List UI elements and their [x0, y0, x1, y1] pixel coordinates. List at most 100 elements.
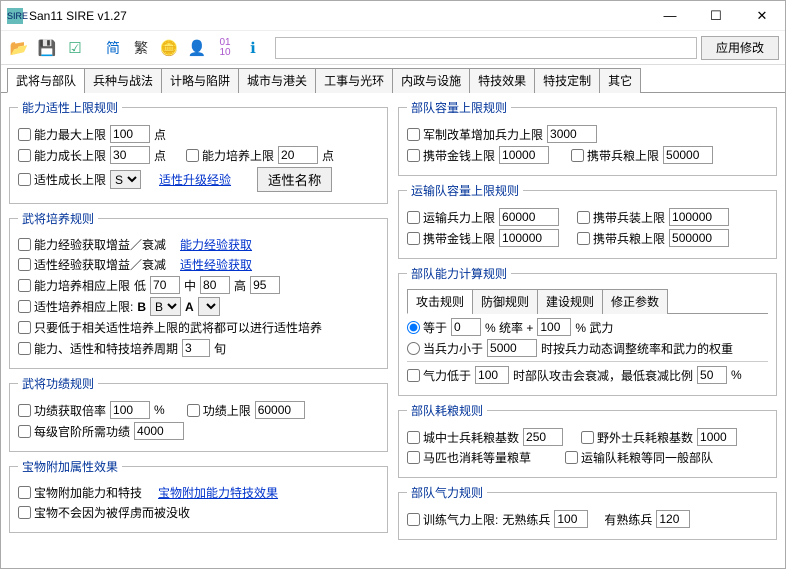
- unit-food-check[interactable]: 携带兵粮上限: [571, 147, 659, 164]
- tab-general-unit[interactable]: 武将与部队: [7, 68, 85, 93]
- open-icon[interactable]: 📂: [7, 36, 31, 60]
- subtab-defense[interactable]: 防御规则: [472, 289, 538, 314]
- apply-button[interactable]: 应用修改: [701, 36, 779, 60]
- item-effect-group: 宝物附加属性效果 宝物附加能力和特技 宝物附加能力特技效果 宝物不会因为被俘虏而…: [9, 458, 388, 533]
- rel-low-input[interactable]: [150, 276, 180, 294]
- item-add-link[interactable]: 宝物附加能力特技效果: [158, 484, 278, 501]
- window-title: San11 SIRE v1.27: [29, 9, 647, 23]
- trans-equip-check[interactable]: 携带兵装上限: [577, 209, 665, 226]
- close-button[interactable]: ✕: [739, 1, 785, 31]
- rel-mid-input[interactable]: [200, 276, 230, 294]
- binary-icon[interactable]: 0110: [213, 36, 237, 60]
- trans-cap-group: 运输队容量上限规则 运输兵力上限 携带兵装上限 携带金钱上限 携带兵粮上限: [398, 182, 777, 259]
- rank-merit-input[interactable]: [134, 422, 184, 440]
- aptgrow-check[interactable]: 适性成长上限: [18, 171, 106, 188]
- reform-input[interactable]: [547, 125, 597, 143]
- trans-troop-input[interactable]: [499, 208, 559, 226]
- tab-city-port[interactable]: 城市与港关: [238, 68, 316, 93]
- exp-gain-check[interactable]: 能力经验获取增益／衰减: [18, 236, 166, 253]
- unit-gold-check[interactable]: 携带金钱上限: [407, 147, 495, 164]
- trans-gold-input[interactable]: [499, 229, 559, 247]
- max-cap-check[interactable]: 能力最大上限: [18, 126, 106, 143]
- lt-input[interactable]: [487, 339, 537, 357]
- morale-yes-input[interactable]: [656, 510, 690, 528]
- below-cap-check[interactable]: 只要低于相关适性培养上限的武将都可以进行适性培养: [18, 319, 322, 336]
- city-food-input[interactable]: [523, 428, 563, 446]
- trans-food-same-check[interactable]: 运输队耗粮等同一般部队: [565, 449, 713, 466]
- morale-input[interactable]: [475, 366, 509, 384]
- coin-icon[interactable]: 🪙: [157, 36, 181, 60]
- minimize-button[interactable]: —: [647, 1, 693, 31]
- checklist-icon[interactable]: ☑: [63, 36, 87, 60]
- cycle-check[interactable]: 能力、适性和特技培养周期: [18, 340, 178, 357]
- horse-food-check[interactable]: 马匹也消耗等量粮草: [407, 449, 531, 466]
- item-add-check[interactable]: 宝物附加能力和特技: [18, 484, 142, 501]
- apt-upgrade-link[interactable]: 适性升级经验: [159, 171, 231, 188]
- eq-radio[interactable]: 等于: [407, 319, 447, 336]
- reform-check[interactable]: 军制改革增加兵力上限: [407, 126, 543, 143]
- subtab-attack[interactable]: 攻击规则: [407, 289, 473, 314]
- maximize-button[interactable]: ☐: [693, 1, 739, 31]
- subtab-params[interactable]: 修正参数: [602, 289, 668, 314]
- trans-gold-check[interactable]: 携带金钱上限: [407, 230, 495, 247]
- max-cap-input[interactable]: [110, 125, 150, 143]
- app-icon: SIRE: [7, 8, 23, 24]
- trans-food-check[interactable]: 携带兵粮上限: [577, 230, 665, 247]
- simplified-button[interactable]: 简: [101, 36, 125, 60]
- aptgrow-select[interactable]: S: [110, 170, 141, 189]
- cycle-input[interactable]: [182, 339, 210, 357]
- exp-gain-link[interactable]: 能力经验获取: [180, 236, 252, 253]
- item-noloss-check[interactable]: 宝物不会因为被俘虏而被没收: [18, 504, 190, 521]
- tab-skill-effect[interactable]: 特技效果: [469, 68, 535, 93]
- general-train-group: 武将培养规则 能力经验获取增益／衰减 能力经验获取 适性经验获取增益／衰减 适性…: [9, 210, 388, 369]
- traditional-button[interactable]: 繁: [129, 36, 153, 60]
- trans-food-input[interactable]: [669, 229, 729, 247]
- grow-cap-check[interactable]: 能力成长上限: [18, 147, 106, 164]
- tab-other[interactable]: 其它: [599, 68, 641, 93]
- apt-gain-check[interactable]: 适性经验获取增益／衰减: [18, 256, 166, 273]
- tab-politics-facility[interactable]: 内政与设施: [392, 68, 470, 93]
- apt-gain-link[interactable]: 适性经验获取: [180, 256, 252, 273]
- eq-v1-input[interactable]: [451, 318, 481, 336]
- eq-v2-input[interactable]: [537, 318, 571, 336]
- train-cap-check[interactable]: 能力培养上限: [186, 147, 274, 164]
- morale-check[interactable]: 气力低于: [407, 367, 471, 384]
- tab-strategy-trap[interactable]: 计略与陷阱: [161, 68, 239, 93]
- train-morale-check[interactable]: 训练气力上限:: [407, 511, 498, 528]
- trans-equip-input[interactable]: [669, 208, 729, 226]
- tab-skill-custom[interactable]: 特技定制: [534, 68, 600, 93]
- info-icon[interactable]: ℹ: [241, 36, 265, 60]
- unit-gold-input[interactable]: [499, 146, 549, 164]
- search-input[interactable]: [275, 37, 697, 59]
- trans-troop-check[interactable]: 运输兵力上限: [407, 209, 495, 226]
- save-icon[interactable]: 💾: [35, 36, 59, 60]
- person-icon[interactable]: 👤: [185, 36, 209, 60]
- tab-unit-tactic[interactable]: 兵种与战法: [84, 68, 162, 93]
- tab-build-aura[interactable]: 工事与光环: [315, 68, 393, 93]
- grow-cap-input[interactable]: [110, 146, 150, 164]
- field-food-check[interactable]: 野外士兵耗粮基数: [581, 429, 693, 446]
- rel-hi-input[interactable]: [250, 276, 280, 294]
- morale-no-input[interactable]: [554, 510, 588, 528]
- unit-food-input[interactable]: [663, 146, 713, 164]
- apt-name-button[interactable]: 适性名称: [257, 167, 332, 192]
- subtab-build[interactable]: 建设规则: [537, 289, 603, 314]
- general-train-legend: 武将培养规则: [18, 210, 98, 227]
- merit-rate-check[interactable]: 功绩获取倍率: [18, 402, 106, 419]
- morale-ratio-input[interactable]: [697, 366, 727, 384]
- aptrel-a-select[interactable]: [198, 297, 220, 316]
- rank-merit-check[interactable]: 每级官阶所需功绩: [18, 423, 130, 440]
- titlebar: SIRE San11 SIRE v1.27 — ☐ ✕: [1, 1, 785, 31]
- city-food-check[interactable]: 城中士兵耗粮基数: [407, 429, 519, 446]
- field-food-input[interactable]: [697, 428, 737, 446]
- aptrel-b-select[interactable]: B: [150, 297, 181, 316]
- merit-rate-input[interactable]: [110, 401, 150, 419]
- merit-legend: 武将功绩规则: [18, 375, 98, 392]
- aptrel-check[interactable]: 适性培养相应上限:: [18, 298, 133, 315]
- merit-cap-input[interactable]: [255, 401, 305, 419]
- rel-cap-check[interactable]: 能力培养相应上限: [18, 277, 130, 294]
- train-cap-input[interactable]: [278, 146, 318, 164]
- left-column: 能力适性上限规则 能力最大上限 点 能力成长上限 点 能力培养上限 点 适性成长…: [9, 99, 388, 562]
- lt-radio[interactable]: 当兵力小于: [407, 340, 483, 357]
- merit-cap-check[interactable]: 功绩上限: [187, 402, 251, 419]
